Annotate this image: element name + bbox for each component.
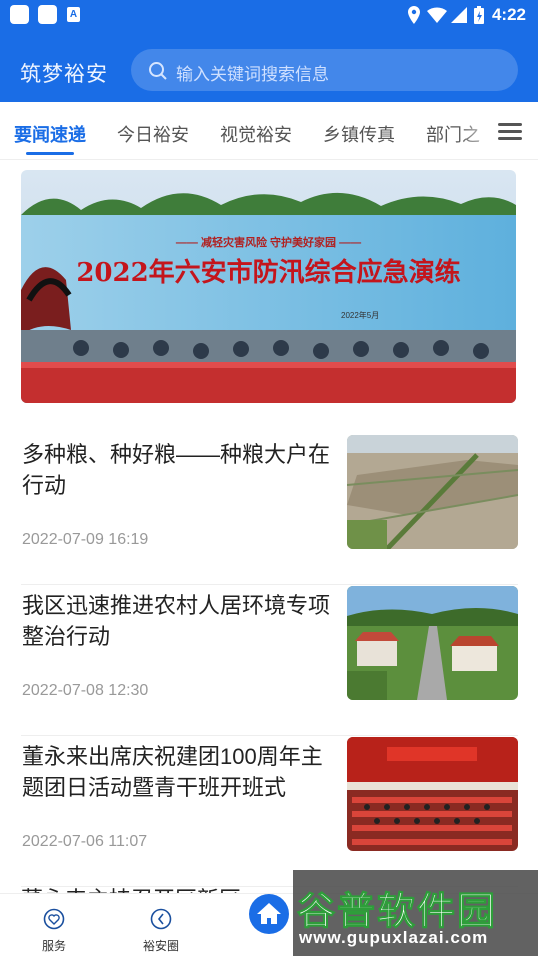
nav-service[interactable]: 服务 [24,908,84,954]
compass-icon [150,908,172,930]
news-title[interactable]: 董永来出席庆祝建团100周年主题团日活动暨青干班开班式 [22,741,332,803]
search-bar[interactable]: 输入关键词搜索信息 [131,49,518,91]
nav-yuan-circle[interactable]: 裕安圈 [131,908,191,954]
tab-township[interactable]: 乡镇传真 [323,121,395,147]
active-tab-indicator [26,152,74,155]
news-date: 2022-07-09 16:19 [22,531,149,548]
news-date: 2022-07-06 11:07 [22,833,148,850]
watermark: 谷普软件园 www.gupuxlazai.com [293,870,538,956]
news-title[interactable]: 我区迅速推进农村人居环境专项整治行动 [22,590,332,652]
notification-icon-2 [38,5,57,24]
banner-title: 2022年六安市防汛综合应急演练 [76,258,461,288]
signal-icon [451,7,467,23]
nav-service-label: 服务 [41,939,66,953]
news-date: 2022-07-08 12:30 [22,682,149,699]
banner-footer: 2022年5月 [341,311,380,320]
news-title[interactable]: 多种粮、种好粮——种粮大户在行动 [22,439,332,501]
watermark-url: www.gupuxlazai.com [299,928,489,947]
wifi-icon [427,7,447,24]
tabs-fade [458,102,498,159]
app-header: 筑梦裕安 输入关键词搜索信息 [0,30,538,102]
nav-yuan-circle-label: 裕安圈 [142,939,179,953]
notification-icon [10,5,29,24]
category-tabs: 要闻速递 今日裕安 视觉裕安 乡镇传真 部门之 [0,102,538,160]
heart-shield-icon [43,908,65,930]
a-icon: A [67,7,80,22]
clock: 4:22 [491,5,526,24]
news-thumbnail[interactable] [347,435,518,549]
tab-today-yuan[interactable]: 今日裕安 [117,121,189,147]
tab-visual-yuan[interactable]: 视觉裕安 [220,121,292,147]
status-bar: A 4:22 [0,0,538,30]
banner-slogan: —— 减轻灾害风险 守护美好家园 —— [175,237,362,249]
watermark-title: 谷普软件园 [296,891,498,934]
news-thumbnail[interactable] [347,737,518,851]
search-placeholder[interactable]: 输入关键词搜索信息 [176,60,329,85]
news-item[interactable]: 我区迅速推进农村人居环境专项整治行动 2022-07-08 12:30 [21,586,518,736]
home-icon [257,903,281,924]
news-thumbnail[interactable] [347,586,518,700]
location-icon [408,6,420,24]
menu-icon[interactable] [498,123,522,141]
battery-icon [474,6,484,24]
tab-news-express[interactable]: 要闻速递 [14,121,86,147]
search-icon [149,62,167,80]
home-button[interactable] [249,894,289,934]
banner-image[interactable]: —— 减轻灾害风险 守护美好家园 —— 2022年六安市防汛综合应急演练 202… [21,170,516,403]
app-logo: 筑梦裕安 [20,62,108,86]
news-item[interactable]: 多种粮、种好粮——种粮大户在行动 2022-07-09 16:19 [21,435,518,585]
news-item[interactable]: 董永来出席庆祝建团100周年主题团日活动暨青干班开班式 2022-07-06 1… [21,737,518,887]
